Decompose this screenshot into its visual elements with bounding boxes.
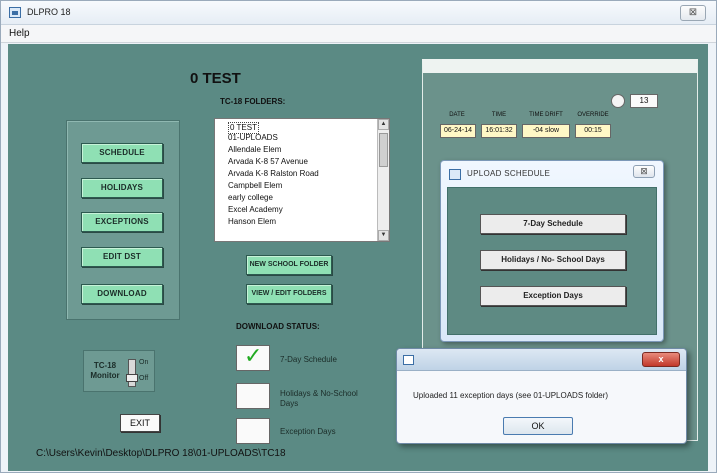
holidays-button[interactable]: HOLIDAYS <box>81 178 163 198</box>
exit-button[interactable]: EXIT <box>120 414 160 432</box>
tc-monitor-switch-panel: TC-18 Monitor On Off <box>83 350 155 392</box>
download-button[interactable]: DOWNLOAD <box>81 284 163 304</box>
list-item[interactable]: Arvada K-8 57 Avenue <box>228 157 308 167</box>
list-item[interactable]: Arvada K-8 Ralston Road <box>228 169 319 179</box>
time-value: 16:01:32 <box>481 124 517 138</box>
date-value: 06-24-14 <box>440 124 476 138</box>
edit-dst-button[interactable]: EDIT DST <box>81 247 163 267</box>
time-label: TIME <box>491 112 507 118</box>
checkmark-icon: ✓ <box>244 343 263 368</box>
folders-label: TC-18 FOLDERS: <box>220 97 286 106</box>
scroll-up-icon[interactable]: ▲ <box>378 119 389 130</box>
action-button-panel: SCHEDULE HOLIDAYS EXCEPTIONS EDIT DST DO… <box>66 120 180 320</box>
scroll-thumb[interactable] <box>379 133 388 167</box>
new-school-folder-button[interactable]: NEW SCHOOL FOLDER <box>246 255 332 275</box>
window-title: DLPRO 18 <box>27 7 71 17</box>
schedule-button[interactable]: SCHEDULE <box>81 143 163 163</box>
list-item[interactable]: early college <box>228 193 273 203</box>
status-box-exceptions <box>236 418 270 444</box>
message-text: Uploaded 11 exception days (see 01-UPLOA… <box>413 391 609 400</box>
list-item[interactable]: Campbell Elem <box>228 181 282 191</box>
upload-dialog-title: UPLOAD SCHEDULE <box>467 169 551 178</box>
time-drift-value: -04 slow <box>522 124 570 138</box>
menu-bar: Help <box>1 25 716 43</box>
folder-path: C:\Users\Kevin\Desktop\DLPRO 18\01-UPLOA… <box>36 448 286 459</box>
override-label: OVERRIDE <box>577 112 609 118</box>
list-item[interactable]: 01-UPLOADS <box>228 133 278 143</box>
upload-7-day-schedule-button[interactable]: 7-Day Schedule <box>480 214 626 234</box>
folder-list-scrollbar[interactable]: ▲ ▼ <box>377 119 389 241</box>
menu-help[interactable]: Help <box>9 28 30 39</box>
message-dialog-titlebar: x <box>397 349 686 371</box>
list-item[interactable]: Excel Academy <box>228 205 283 215</box>
toggle-off-label: Off <box>139 375 149 382</box>
temperature-readout: 13 <box>630 94 658 108</box>
exceptions-button[interactable]: EXCEPTIONS <box>81 212 163 232</box>
list-item[interactable]: Hanson Elem <box>228 217 276 227</box>
dialog-icon <box>449 169 461 180</box>
message-dialog: x Uploaded 11 exception days (see 01-UPL… <box>396 348 687 444</box>
status-box-7-day: ✓ <box>236 343 270 371</box>
message-dialog-close-button[interactable]: x <box>642 352 680 367</box>
close-window-button[interactable]: ⊠ <box>680 5 706 21</box>
view-edit-folders-button[interactable]: VIEW / EDIT FOLDERS <box>246 284 332 304</box>
override-value: 00:15 <box>575 124 611 138</box>
scroll-down-icon[interactable]: ▼ <box>378 230 389 241</box>
folder-listbox[interactable]: 0 TEST 01-UPLOADS Allendale Elem Arvada … <box>214 118 390 242</box>
toggle-knob[interactable] <box>126 374 138 382</box>
date-label: DATE <box>449 112 465 118</box>
upload-schedule-dialog: UPLOAD SCHEDULE ⊠ 7-Day Schedule Holiday… <box>440 160 664 342</box>
status-text-7-day: 7-Day Schedule <box>280 355 337 364</box>
test-title: 0 TEST <box>190 70 241 87</box>
title-bar: DLPRO 18 ⊠ <box>1 1 716 25</box>
upload-exception-days-button[interactable]: Exception Days <box>480 286 626 306</box>
upload-dialog-body: 7-Day Schedule Holidays / No- School Day… <box>447 187 657 335</box>
time-drift-label: TIME DRIFT <box>529 112 563 118</box>
status-text-exceptions: Exception Days <box>280 427 336 436</box>
status-text-holidays: Holidays & No-School Days <box>280 389 358 408</box>
clock-icon <box>611 94 625 108</box>
toggle-on-label: On <box>139 359 149 366</box>
app-icon <box>9 7 21 18</box>
upload-holidays-button[interactable]: Holidays / No- School Days <box>480 250 626 270</box>
tc-monitor-toggle[interactable] <box>126 359 138 387</box>
ok-button[interactable]: OK <box>503 417 573 435</box>
download-status-label: DOWNLOAD STATUS: <box>236 322 320 331</box>
status-box-holidays <box>236 383 270 409</box>
message-dialog-icon <box>403 355 414 365</box>
list-item[interactable]: Allendale Elem <box>228 145 281 155</box>
upload-dialog-close-button[interactable]: ⊠ <box>633 165 655 178</box>
tc-monitor-label: TC-18 Monitor <box>90 361 120 380</box>
